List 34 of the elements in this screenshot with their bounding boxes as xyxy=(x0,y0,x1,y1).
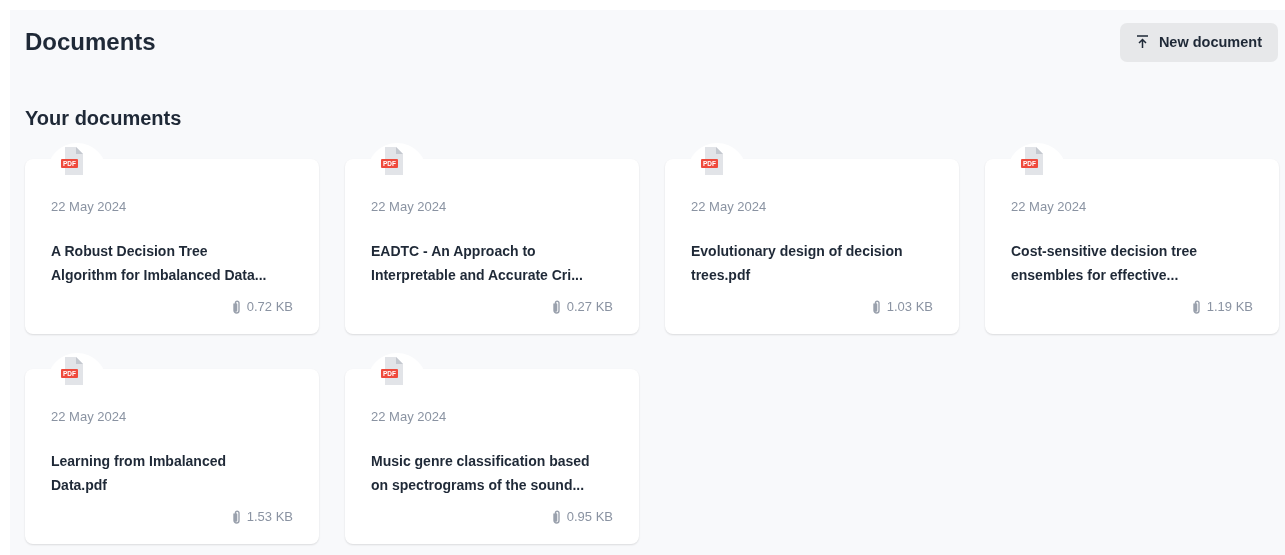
document-date: 22 May 2024 xyxy=(371,199,447,214)
page-title: Documents xyxy=(25,28,156,56)
document-date: 22 May 2024 xyxy=(51,409,127,424)
document-name: EADTC - An Approach to Interpretable and Accurate Cri... xyxy=(371,242,584,285)
document-date: 22 May 2024 xyxy=(371,409,447,424)
upload-icon xyxy=(1135,35,1149,49)
document-name: Evolutionary design of decision trees.pdf xyxy=(691,242,904,285)
document-name: Cost-sensitive decision tree ensembles for effective... xyxy=(1011,242,1198,285)
document-name: A Robust Decision Tree Algorithm for Imbalanced Data... xyxy=(51,242,268,285)
document-name: Learning from Imbalanced Data.pdf xyxy=(51,452,228,495)
paperclip-icon xyxy=(551,299,561,314)
file-size: 1.19 KB xyxy=(1206,299,1253,314)
section-title: Your documents xyxy=(25,107,182,130)
document-card[interactable] xyxy=(345,159,639,334)
paperclip-icon xyxy=(231,299,241,314)
file-size: 0.27 KB xyxy=(566,299,613,314)
paperclip-icon xyxy=(871,299,881,314)
file-size: 1.03 KB xyxy=(886,299,933,314)
document-date: 22 May 2024 xyxy=(51,199,127,214)
file-size: 0.95 KB xyxy=(566,509,613,524)
file-size: 1.53 KB xyxy=(246,509,293,524)
document-card[interactable] xyxy=(665,159,959,334)
document-card[interactable] xyxy=(25,369,319,544)
document-card[interactable] xyxy=(25,159,319,334)
document-name: Music genre classification based on spectrograms of the sound... xyxy=(371,452,591,495)
document-card[interactable] xyxy=(345,369,639,544)
new-document-button[interactable]: New document xyxy=(1119,22,1278,62)
paperclip-icon xyxy=(1191,299,1201,314)
paperclip-icon xyxy=(231,509,241,524)
file-size: 0.72 KB xyxy=(246,299,293,314)
document-date: 22 May 2024 xyxy=(1011,199,1087,214)
document-date: 22 May 2024 xyxy=(691,199,767,214)
document-card[interactable] xyxy=(985,159,1279,334)
paperclip-icon xyxy=(551,509,561,524)
